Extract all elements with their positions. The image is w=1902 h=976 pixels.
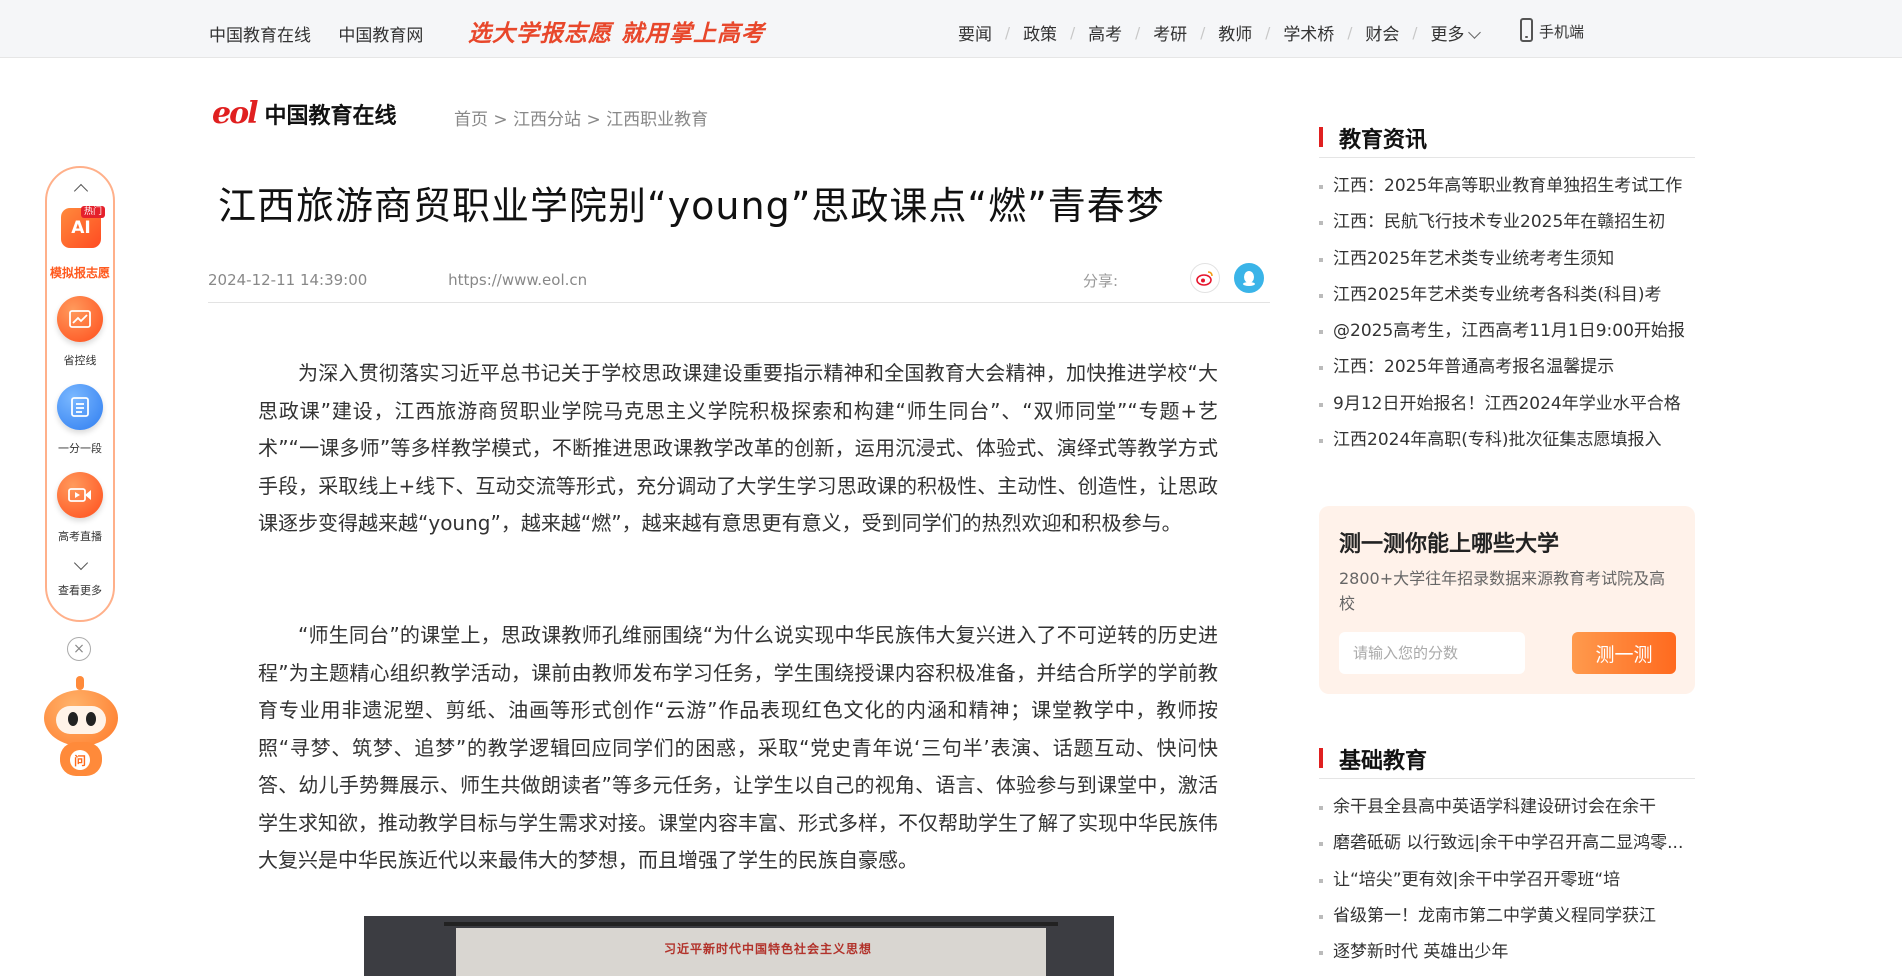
news-list: 江西：2025年高等职业教育单独招生考试工作 江西：民航飞行技术专业2025年在… [1319,168,1695,458]
video-icon [68,488,91,502]
nav-item-policy[interactable]: 政策 [1023,20,1057,45]
nav-item-academic[interactable]: 学术桥 [1283,20,1334,45]
mobile-label: 手机端 [1539,23,1585,41]
site-link-edu[interactable]: 中国教育网 [338,26,423,46]
news-item[interactable]: @2025高考生，江西高考11月1日9:00开始报 [1319,313,1695,349]
mobile-link[interactable]: 手机端 [1520,18,1584,42]
news-item[interactable]: 江西2025年艺术类专业统考考生须知 [1319,241,1695,277]
news-item[interactable]: 江西：2025年普通高考报名温馨提示 [1319,349,1695,385]
floating-toolbar: AI 热门 模拟报志愿 省控线 一分一段 高考直播 查看更多 [45,166,115,622]
float-label-rank-table[interactable]: 一分一段 [47,440,113,456]
score-line-button[interactable] [57,296,103,342]
hot-badge: 热门 [81,206,106,218]
float-label-more[interactable]: 查看更多 [47,582,113,598]
meta-divider [208,302,1270,303]
logo-mark: eol [212,96,258,131]
news-item[interactable]: 省级第一！龙南市第二中学黄义程同学获江 [1319,898,1695,934]
college-quiz-card: 测一测你能上哪些大学 2800+大学往年招录数据来源教育考试院及高校 测一测 [1319,506,1695,694]
site-links: 中国教育在线 中国教育网 [209,21,445,46]
breadcrumb-station[interactable]: 江西分站 [513,110,581,130]
site-link-eol[interactable]: 中国教育在线 [209,26,311,46]
mascot-eye [68,712,78,726]
slogan-banner[interactable]: 选大学报志愿 就用掌上高考 [468,14,765,48]
photo-frame [444,922,1058,926]
float-label-score-line[interactable]: 省控线 [47,352,113,368]
news-item[interactable]: 江西2024年高职(专科)批次征集志愿填报入 [1319,422,1695,458]
nav-item-more[interactable]: 更多 [1430,20,1482,45]
phone-icon [1520,18,1533,42]
article-meta: 2024-12-11 14:39:00 https://www.eol.cn [208,271,587,289]
section-divider [1319,778,1695,779]
mascot-face [56,706,106,734]
nav-item-kaoyan[interactable]: 考研 [1153,20,1187,45]
list-icon [71,397,89,417]
chart-icon [69,310,91,328]
site-logo[interactable]: eol 中国教育在线 [212,96,397,131]
breadcrumb-home[interactable]: 首页 [454,110,488,130]
article-photo: 习近平新时代中国特色社会主义思想 [364,916,1114,976]
qq-icon[interactable] [1234,263,1264,293]
news-item[interactable]: 江西：民航飞行技术专业2025年在赣招生初 [1319,204,1695,240]
news-item[interactable]: 余干县全县高中英语学科建设研讨会在余干 [1319,789,1695,825]
article-paragraph: “师生同台”的课堂上，思政课教师孔维丽围绕“为什么说实现中华民族伟大复兴进入了不… [258,623,1218,872]
breadcrumb-sep: > [586,110,601,130]
weibo-icon[interactable] [1190,263,1220,293]
more-label: 更多 [1430,25,1465,45]
mascot-badge: 问 [70,750,90,770]
basic-section-title: 基础教育 [1319,743,1427,775]
photo-caption: 习近平新时代中国特色社会主义思想 [664,942,873,956]
article-date: 2024-12-11 14:39:00 [208,271,368,289]
nav-item-news[interactable]: 要闻 [958,20,992,45]
news-item[interactable]: 让“培尖”更有效|余干中学召开零班“培 [1319,862,1695,898]
section-divider [1319,157,1695,158]
mascot-eye [86,712,96,726]
nav-item-gaokao[interactable]: 高考 [1088,20,1122,45]
chevron-up-icon[interactable] [73,183,89,199]
quiz-description: 2800+大学往年招录数据来源教育考试院及高校 [1339,569,1666,613]
top-nav: 要闻 / 政策 / 高考 / 考研 / 教师 / 学术桥 / 财会 / 更多 [958,20,1482,45]
nav-item-teacher[interactable]: 教师 [1218,20,1252,45]
article-title: 江西旅游商贸职业学院别“young”思政课点“燃”青春梦 [218,184,1165,228]
close-icon[interactable]: × [67,637,91,661]
article-paragraph: 为深入贯彻落实习近平总书记关于学校思政课建设重要指示精神和全国教育大会精神，加快… [258,361,1218,535]
news-item[interactable]: 江西：2025年高等职业教育单独招生考试工作 [1319,168,1695,204]
nav-item-finance[interactable]: 财会 [1365,20,1399,45]
breadcrumb: 首页 > 江西分站 > 江西职业教育 [454,105,708,130]
chevron-down-icon [1468,26,1482,39]
rank-table-button[interactable] [57,384,103,430]
breadcrumb-category[interactable]: 江西职业教育 [606,110,708,130]
news-item[interactable]: 逐梦新时代 英雄出少年 [1319,934,1695,970]
news-item[interactable]: 磨砻砥砺 以行致远|余干中学召开高二显鸿零... [1319,825,1695,861]
mascot-antenna [76,676,84,690]
float-label-volunteer[interactable]: 模拟报志愿 [47,264,113,281]
mascot-assistant[interactable]: 问 [40,672,122,778]
ai-label: AI [71,218,91,238]
quiz-title: 测一测你能上哪些大学 [1339,532,1560,557]
score-input[interactable] [1339,632,1525,674]
share-label: 分享: [1083,272,1119,290]
chevron-down-icon[interactable] [73,555,89,571]
news-item[interactable]: 江西2025年艺术类专业统考各科类(科目)考 [1319,277,1695,313]
article-source: https://www.eol.cn [448,271,588,289]
top-bar: 中国教育在线 中国教育网 选大学报志愿 就用掌上高考 要闻 / 政策 / 高考 / 考… [0,0,1902,58]
live-button[interactable] [57,472,103,518]
quiz-submit-button[interactable]: 测一测 [1572,632,1676,674]
float-label-live[interactable]: 高考直播 [47,528,113,544]
news-section-title: 教育资讯 [1319,122,1427,154]
basic-news-list: 余干县全县高中英语学科建设研讨会在余干 磨砻砥砺 以行致远|余干中学召开高二显鸿… [1319,789,1695,970]
breadcrumb-sep: > [493,110,508,130]
news-item[interactable]: 9月12日开始报名！江西2024年学业水平合格 [1319,386,1695,422]
logo-text: 中国教育在线 [264,103,397,129]
